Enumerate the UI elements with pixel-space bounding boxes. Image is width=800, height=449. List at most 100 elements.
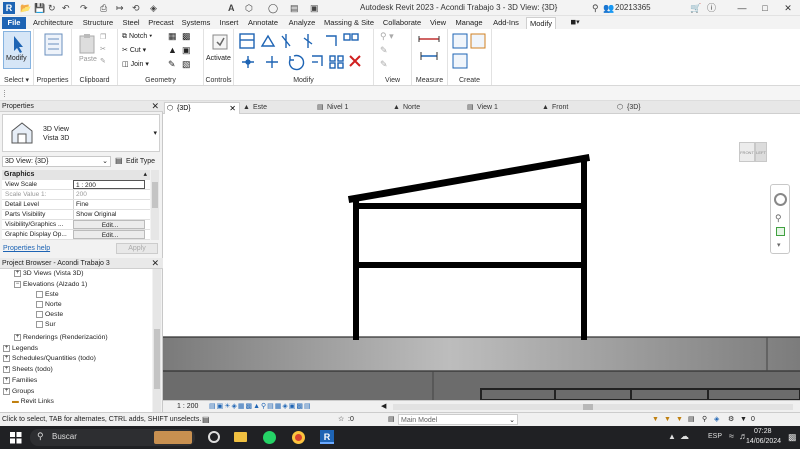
tab-massing-site[interactable]: Massing & Site bbox=[322, 17, 376, 29]
detail-level-value[interactable]: Fine bbox=[73, 200, 145, 209]
geometry-tool-3-icon[interactable]: ▲ bbox=[168, 46, 177, 55]
view-scale-input[interactable]: 1 : 200 bbox=[73, 180, 145, 189]
design-options-icon[interactable]: ☆ bbox=[338, 415, 344, 424]
project-browser-scroll-thumb[interactable] bbox=[154, 329, 160, 389]
drawing-canvas[interactable]: FRONT LEFT ⚲ ▾ bbox=[163, 114, 800, 400]
view-tab-este[interactable]: ▲ Este bbox=[241, 102, 313, 114]
cloud-icon[interactable]: ☁ bbox=[680, 431, 689, 442]
tag-icon[interactable]: ◈ bbox=[150, 2, 157, 14]
view-scale-control[interactable]: 1 : 200 bbox=[177, 402, 198, 411]
geometry-tool-5-icon[interactable]: ✎ bbox=[168, 60, 176, 69]
tab-collaborate[interactable]: Collaborate bbox=[380, 17, 424, 29]
activate-label[interactable]: Activate bbox=[206, 54, 231, 63]
tree-item-legends[interactable]: + Legends bbox=[3, 344, 38, 353]
parts-visibility-value[interactable]: Show Original bbox=[73, 210, 145, 219]
tab-modify[interactable]: Modify bbox=[526, 17, 556, 29]
notch-button[interactable]: ⧉ Notch ▾ bbox=[122, 32, 152, 41]
switch-windows-icon[interactable]: ▣ bbox=[310, 2, 319, 14]
tab-manage[interactable]: Manage bbox=[452, 17, 486, 29]
revit-taskbar-icon[interactable]: R bbox=[320, 430, 334, 444]
whatsapp-icon[interactable] bbox=[263, 431, 276, 444]
expand-icon[interactable]: + bbox=[14, 333, 21, 341]
chrome-icon[interactable] bbox=[292, 431, 305, 444]
tree-item-sheets[interactable]: + Sheets (todo) bbox=[3, 365, 53, 374]
paste-icon[interactable] bbox=[78, 33, 96, 55]
clock-time[interactable]: 07:28 bbox=[754, 428, 772, 435]
expand-icon[interactable]: + bbox=[14, 269, 21, 277]
redo-icon[interactable]: ↷ bbox=[80, 2, 88, 14]
tab-steel[interactable]: Steel bbox=[120, 17, 142, 29]
apply-button[interactable]: Apply bbox=[116, 243, 158, 254]
sync-icon[interactable]: ↻ bbox=[48, 2, 56, 14]
modify-tools-icons[interactable] bbox=[238, 32, 368, 74]
geometry-tool-1-icon[interactable]: ▦ bbox=[168, 32, 177, 41]
select-underlay-icon[interactable]: ▤ bbox=[688, 415, 695, 424]
tab-view[interactable]: View bbox=[428, 17, 448, 29]
windows-start-icon[interactable] bbox=[10, 432, 22, 444]
user-name[interactable]: 20213365 bbox=[615, 2, 651, 14]
tab-insert[interactable]: Insert bbox=[216, 17, 242, 29]
tab-annotate[interactable]: Annotate bbox=[246, 17, 280, 29]
active-model-select[interactable]: Main Model ⌄ bbox=[398, 414, 518, 425]
save-icon[interactable]: 💾 bbox=[34, 2, 45, 14]
measure-icon[interactable]: ↦ bbox=[116, 2, 124, 14]
tab-analyze[interactable]: Analyze bbox=[286, 17, 318, 29]
model-icon[interactable]: ▤ bbox=[388, 415, 395, 424]
properties-scrollbar[interactable] bbox=[151, 170, 159, 240]
type-selector[interactable]: 3D View Vista 3D ▾ bbox=[2, 114, 160, 152]
view-bar-scroll-left-icon[interactable]: ◀ bbox=[381, 402, 386, 411]
linework-icon[interactable]: ✎ bbox=[380, 60, 388, 69]
view-control-icons[interactable]: ▤▣☀◈▦▩▲⚲▤▦◈▣▩▤ bbox=[209, 402, 312, 411]
select-links-icon[interactable]: ▼ bbox=[652, 415, 659, 424]
collapse-icon[interactable]: − bbox=[14, 280, 21, 288]
thin-lines-icon[interactable]: ▤ bbox=[290, 2, 299, 14]
tree-item-norte[interactable]: Norte bbox=[36, 300, 62, 309]
search-icon[interactable]: ⚲ bbox=[592, 2, 599, 14]
undo-icon[interactable]: ↶ bbox=[62, 2, 70, 14]
tab-precast[interactable]: Precast bbox=[146, 17, 176, 29]
zoom-icon[interactable]: ⚲ bbox=[775, 213, 782, 224]
activate-icon[interactable] bbox=[211, 33, 229, 51]
view-tab-3d[interactable]: ⬡ {3D} bbox=[615, 102, 689, 114]
tree-item-families[interactable]: + Families bbox=[3, 376, 37, 385]
view-tab-3d-active[interactable]: ⬡ {3D} ✕ bbox=[164, 102, 240, 114]
view-tab-front[interactable]: ▲ Front bbox=[540, 102, 614, 114]
taskbar-search-box[interactable]: ⚲ Buscar bbox=[30, 429, 195, 446]
override-icon[interactable]: ✎ bbox=[380, 46, 388, 55]
graphic-display-edit-button[interactable]: Edit... bbox=[73, 230, 145, 239]
notifications-icon[interactable]: ▩ bbox=[788, 432, 797, 443]
cut-icon[interactable]: ✂ bbox=[100, 45, 106, 54]
tree-item-schedules[interactable]: + Schedules/Quantities (todo) bbox=[3, 354, 96, 363]
tree-item-3d-views[interactable]: +3D Views (Vista 3D) bbox=[14, 269, 84, 278]
ribbon-options-icon[interactable]: ◼▾ bbox=[566, 17, 584, 29]
people-icon[interactable]: 👥 bbox=[603, 2, 614, 14]
match-type-icon[interactable]: ✎ bbox=[100, 57, 106, 66]
expand-icon[interactable]: + bbox=[3, 365, 10, 373]
type-dropdown-icon[interactable]: ▾ bbox=[153, 129, 157, 138]
background-processes-icon[interactable]: ◈ bbox=[714, 415, 719, 424]
wifi-icon[interactable]: ≈ bbox=[729, 431, 734, 441]
geometry-tool-4-icon[interactable]: ▣ bbox=[182, 46, 191, 55]
select-by-face-icon[interactable]: ▼ bbox=[676, 415, 683, 424]
tree-item-renderings[interactable]: + Renderings (Renderización) bbox=[14, 333, 108, 342]
edit-type-button[interactable]: ▤ Edit Type bbox=[114, 156, 160, 167]
viewcube[interactable]: FRONT LEFT bbox=[733, 138, 773, 168]
instance-selector[interactable]: 3D View: {3D} ⌄ bbox=[2, 156, 111, 167]
create-tools-icon[interactable] bbox=[451, 32, 489, 72]
horizontal-scroll-thumb[interactable] bbox=[583, 404, 593, 410]
tab-add-ins[interactable]: Add-Ins bbox=[490, 17, 522, 29]
view-tab-norte[interactable]: ▲ Norte bbox=[391, 102, 465, 114]
project-browser-scrollbar[interactable] bbox=[153, 269, 161, 413]
zoom-region-icon[interactable] bbox=[776, 227, 785, 236]
building-frame[interactable] bbox=[347, 153, 591, 340]
expand-icon[interactable]: + bbox=[3, 376, 10, 384]
nav-dropdown-icon[interactable]: ▾ bbox=[777, 241, 781, 249]
tree-item-groups[interactable]: + Groups bbox=[3, 387, 34, 396]
3d-view-icon[interactable]: ⬡ bbox=[245, 2, 253, 14]
steering-wheel-icon[interactable] bbox=[774, 193, 787, 206]
tree-item-oeste[interactable]: Oeste bbox=[36, 310, 63, 319]
dimension-icon[interactable]: ⟲ bbox=[132, 2, 140, 14]
options-bar-grip[interactable] bbox=[4, 90, 7, 97]
view-tab-view-1[interactable]: ▤ View 1 bbox=[465, 102, 539, 114]
expand-icon[interactable]: + bbox=[3, 387, 10, 395]
